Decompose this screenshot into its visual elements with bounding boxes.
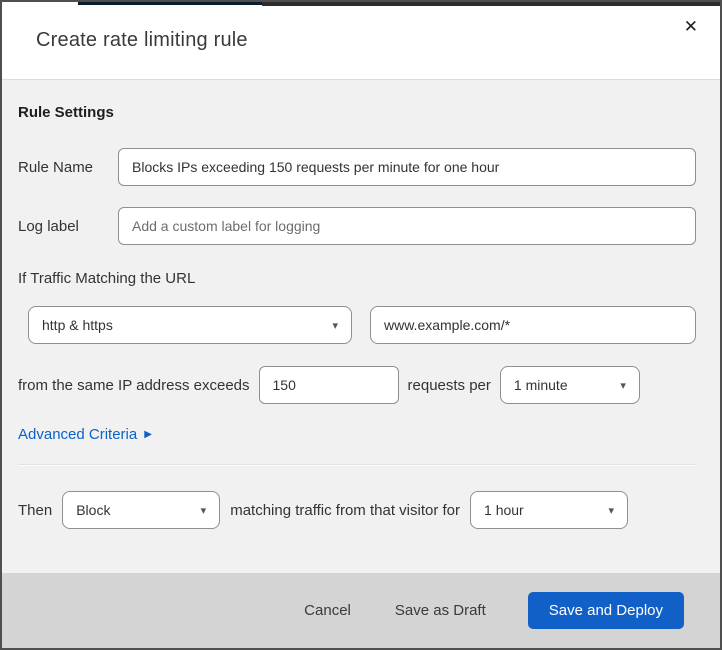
- dialog-footer: Cancel Save as Draft Save and Deploy: [2, 573, 720, 648]
- rule-name-row: Rule Name: [18, 148, 696, 186]
- period-select-value: 1 minute: [513, 377, 568, 393]
- dialog-title: Create rate limiting rule: [36, 29, 248, 51]
- rule-name-label: Rule Name: [18, 158, 94, 176]
- requests-per-label: requests per: [407, 376, 491, 394]
- advanced-criteria-label: Advanced Criteria: [18, 426, 138, 443]
- cancel-button[interactable]: Cancel: [288, 594, 367, 627]
- action-select-value: Block: [76, 502, 111, 518]
- scheme-select[interactable]: http & https ▾: [28, 306, 352, 344]
- log-label-input[interactable]: [118, 207, 696, 245]
- rule-name-input[interactable]: [118, 148, 696, 186]
- action-row: Then Block ▾ matching traffic from that …: [18, 491, 696, 529]
- traffic-matching-row: http & https ▾: [18, 306, 696, 344]
- chevron-down-icon: ▾: [620, 379, 626, 392]
- duration-select-value: 1 hour: [484, 502, 524, 518]
- close-icon[interactable]: ✕: [682, 14, 700, 39]
- log-label-label: Log label: [18, 217, 79, 235]
- then-label: Then: [18, 501, 53, 519]
- rule-settings-heading: Rule Settings: [18, 104, 114, 121]
- save-and-deploy-button[interactable]: Save and Deploy: [527, 592, 684, 629]
- duration-select[interactable]: 1 hour ▾: [470, 491, 629, 529]
- scheme-select-value: http & https: [42, 317, 113, 333]
- period-select[interactable]: 1 minute ▾: [499, 366, 640, 404]
- page-edge-strip-navy: [78, 2, 262, 5]
- url-input[interactable]: [370, 306, 696, 344]
- threshold-prefix-label: from the same IP address exceeds: [18, 376, 250, 394]
- chevron-down-icon: ▾: [608, 504, 615, 517]
- action-select[interactable]: Block ▾: [62, 491, 221, 529]
- create-rate-limiting-rule-dialog: Create rate limiting rule ✕ Rule Setting…: [0, 0, 722, 650]
- matching-traffic-label: matching traffic from that visitor for: [230, 501, 461, 519]
- divider: [18, 464, 696, 466]
- advanced-criteria-link[interactable]: Advanced Criteria ▶: [18, 426, 152, 443]
- dialog-body: Rule Settings Rule Name Log label If Tra…: [2, 80, 720, 573]
- expand-arrow-icon: ▶: [144, 428, 152, 440]
- chevron-down-icon: ▾: [200, 504, 207, 517]
- save-as-draft-button[interactable]: Save as Draft: [379, 594, 502, 627]
- request-count-input[interactable]: [258, 366, 399, 404]
- threshold-row: from the same IP address exceeds request…: [18, 366, 696, 404]
- traffic-matching-heading: If Traffic Matching the URL: [18, 270, 196, 287]
- log-label-row: Log label: [18, 207, 696, 245]
- dialog-header: Create rate limiting rule ✕: [2, 2, 720, 80]
- page-edge-strip-charcoal: [262, 2, 720, 6]
- chevron-down-icon: ▾: [332, 319, 338, 332]
